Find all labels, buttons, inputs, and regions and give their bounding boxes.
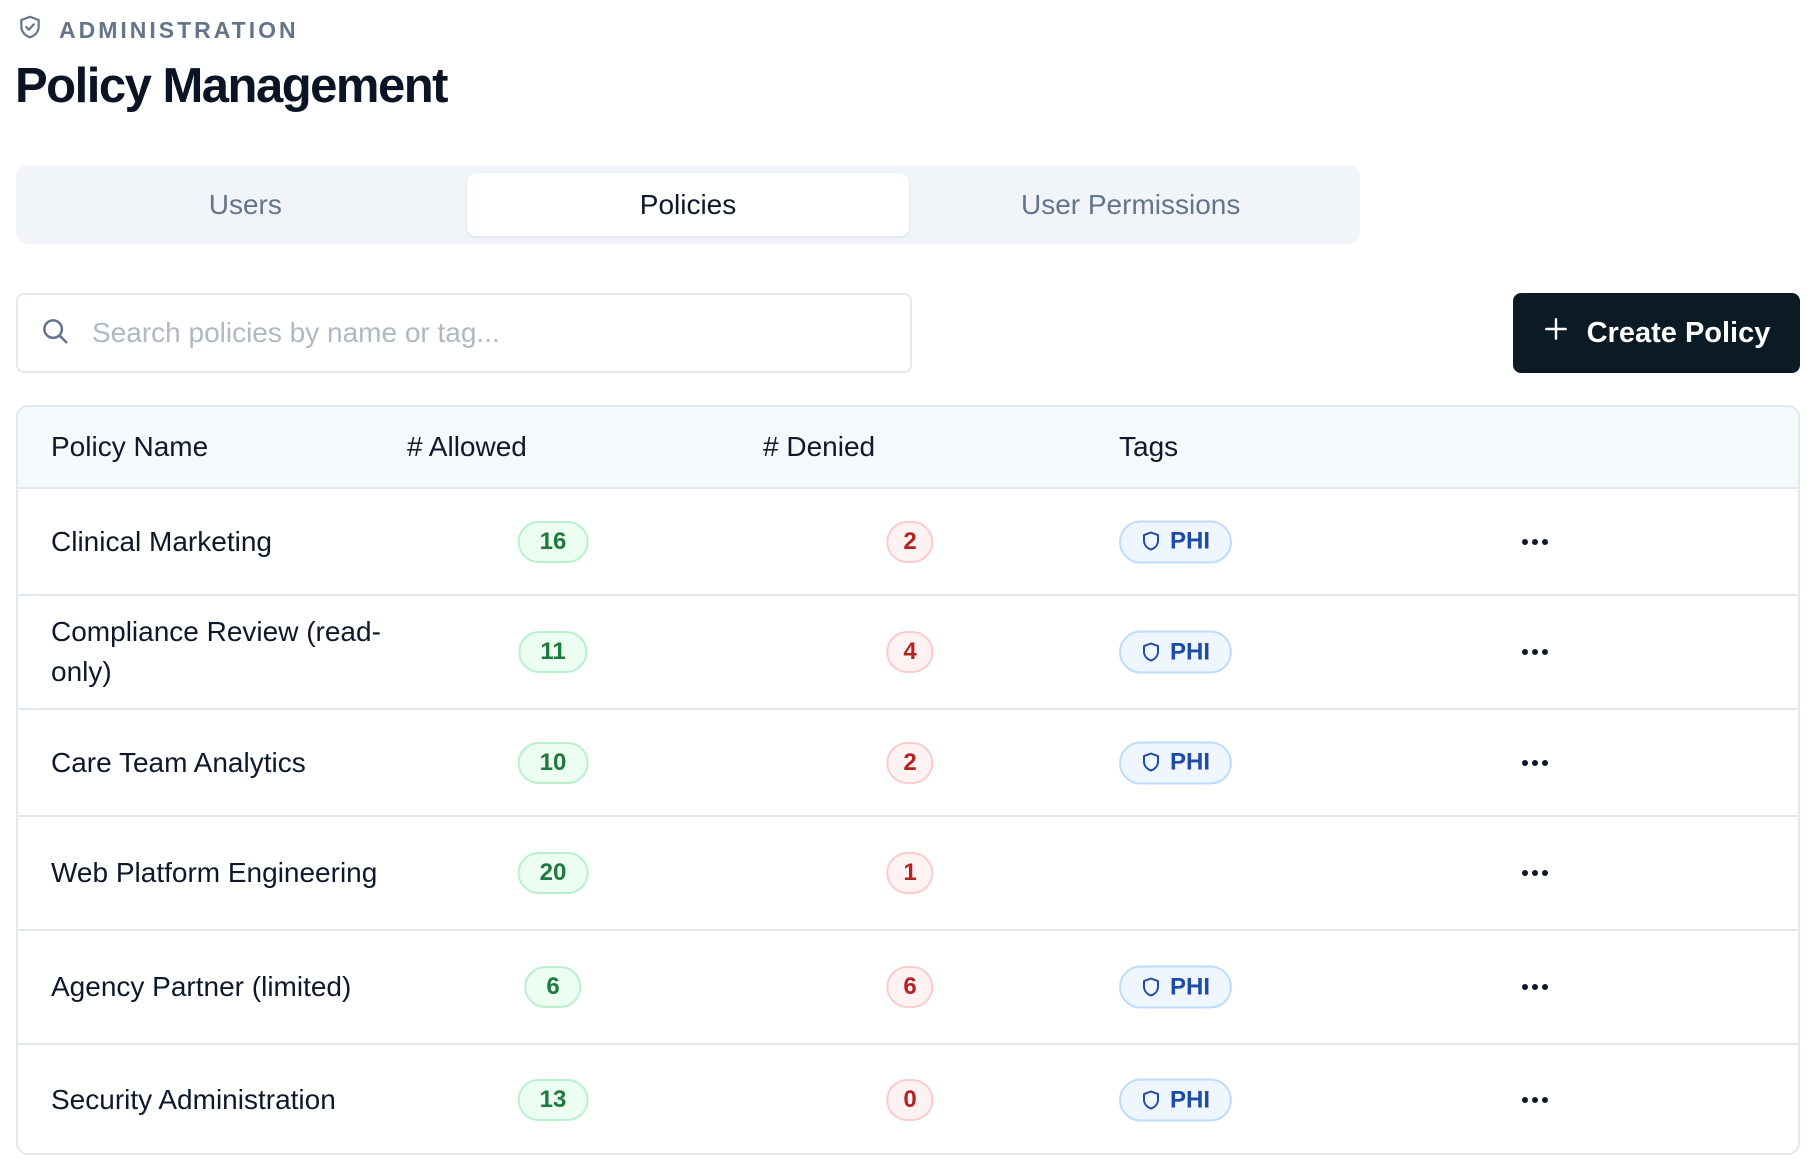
- shield-icon: [1143, 1090, 1159, 1109]
- table-header: Policy Name # Allowed # Denied Tags: [18, 407, 1798, 487]
- column-header-tags: Tags: [1119, 431, 1179, 462]
- table-row[interactable]: Compliance Review (read-only) 11 4 PHI: [18, 594, 1798, 708]
- tag-badge: PHI: [1119, 520, 1233, 563]
- policy-name: Clinical Marketing: [51, 525, 272, 557]
- allowed-count-badge: 6: [524, 966, 582, 1008]
- policy-name: Compliance Review (read-only): [51, 616, 381, 687]
- search-icon: [40, 316, 70, 351]
- row-actions-button[interactable]: [1513, 965, 1557, 1009]
- tag-label: PHI: [1170, 638, 1211, 665]
- search-box: [16, 293, 912, 373]
- tab-users[interactable]: Users: [24, 173, 467, 236]
- more-horizontal-icon: [1522, 538, 1548, 545]
- policy-management-page: ADMINISTRATION Policy Management Users P…: [0, 0, 1816, 1171]
- allowed-count-badge: 16: [517, 520, 589, 563]
- tag-label: PHI: [1170, 973, 1211, 1000]
- more-horizontal-icon: [1522, 759, 1548, 766]
- shield-icon: [1143, 531, 1159, 551]
- search-input[interactable]: [92, 317, 872, 349]
- row-actions-button[interactable]: [1513, 851, 1557, 895]
- column-header-denied[interactable]: # Denied: [763, 431, 875, 463]
- create-policy-button[interactable]: Create Policy: [1513, 293, 1800, 373]
- table-row[interactable]: Web Platform Engineering 20 1: [18, 815, 1798, 929]
- tag-badge: PHI: [1119, 630, 1233, 674]
- column-header-allowed[interactable]: # Allowed: [407, 431, 527, 463]
- policy-name: Security Administration: [51, 1084, 336, 1115]
- tag-label: PHI: [1170, 527, 1211, 555]
- table-row[interactable]: Security Administration 13 0 PHI: [18, 1043, 1798, 1153]
- table-row[interactable]: Agency Partner (limited) 6 6 PHI: [18, 929, 1798, 1043]
- plus-icon: [1543, 316, 1569, 350]
- section-eyebrow: ADMINISTRATION: [17, 14, 299, 46]
- row-actions-button[interactable]: [1513, 520, 1557, 564]
- policy-name: Agency Partner (limited): [51, 971, 352, 1002]
- tag-badge: PHI: [1119, 741, 1233, 784]
- policy-name: Care Team Analytics: [51, 746, 306, 778]
- row-actions-button[interactable]: [1513, 741, 1557, 785]
- tag-label: PHI: [1170, 1086, 1211, 1113]
- denied-count-badge: 2: [886, 741, 934, 784]
- allowed-count-badge: 11: [518, 631, 588, 673]
- row-actions-button[interactable]: [1513, 1078, 1557, 1122]
- row-actions-button[interactable]: [1513, 630, 1557, 674]
- policy-name: Web Platform Engineering: [51, 857, 378, 888]
- policies-table: Policy Name # Allowed # Denied Tags Clin…: [16, 405, 1800, 1155]
- shield-check-icon: [17, 14, 43, 46]
- shield-icon: [1143, 752, 1159, 772]
- allowed-count-badge: 20: [517, 852, 589, 894]
- tag-badge: PHI: [1119, 1078, 1233, 1122]
- more-horizontal-icon: [1522, 1097, 1548, 1103]
- denied-count-badge: 2: [886, 520, 934, 563]
- tab-policies[interactable]: Policies: [466, 173, 910, 236]
- more-horizontal-icon: [1522, 984, 1548, 990]
- more-horizontal-icon: [1522, 649, 1548, 655]
- table-row[interactable]: Care Team Analytics 10 2 PHI: [18, 708, 1798, 815]
- allowed-count-badge: 13: [517, 1079, 589, 1121]
- page-title: Policy Management: [15, 59, 448, 113]
- create-policy-label: Create Policy: [1586, 316, 1771, 349]
- tag-label: PHI: [1170, 748, 1211, 776]
- more-horizontal-icon: [1522, 870, 1548, 876]
- tag-badge: PHI: [1119, 965, 1233, 1009]
- tab-user-permissions[interactable]: User Permissions: [909, 173, 1352, 236]
- denied-count-badge: 1: [886, 852, 934, 894]
- shield-icon: [1143, 642, 1159, 661]
- denied-count-badge: 0: [886, 1079, 934, 1121]
- allowed-count-badge: 10: [517, 741, 589, 784]
- table-row[interactable]: Clinical Marketing 16 2 PHI: [18, 487, 1798, 594]
- denied-count-badge: 6: [886, 966, 934, 1008]
- denied-count-badge: 4: [886, 631, 934, 673]
- eyebrow-label: ADMINISTRATION: [59, 16, 299, 43]
- shield-icon: [1143, 977, 1159, 996]
- tab-bar: Users Policies User Permissions: [16, 165, 1360, 244]
- column-header-policy-name[interactable]: Policy Name: [51, 431, 208, 463]
